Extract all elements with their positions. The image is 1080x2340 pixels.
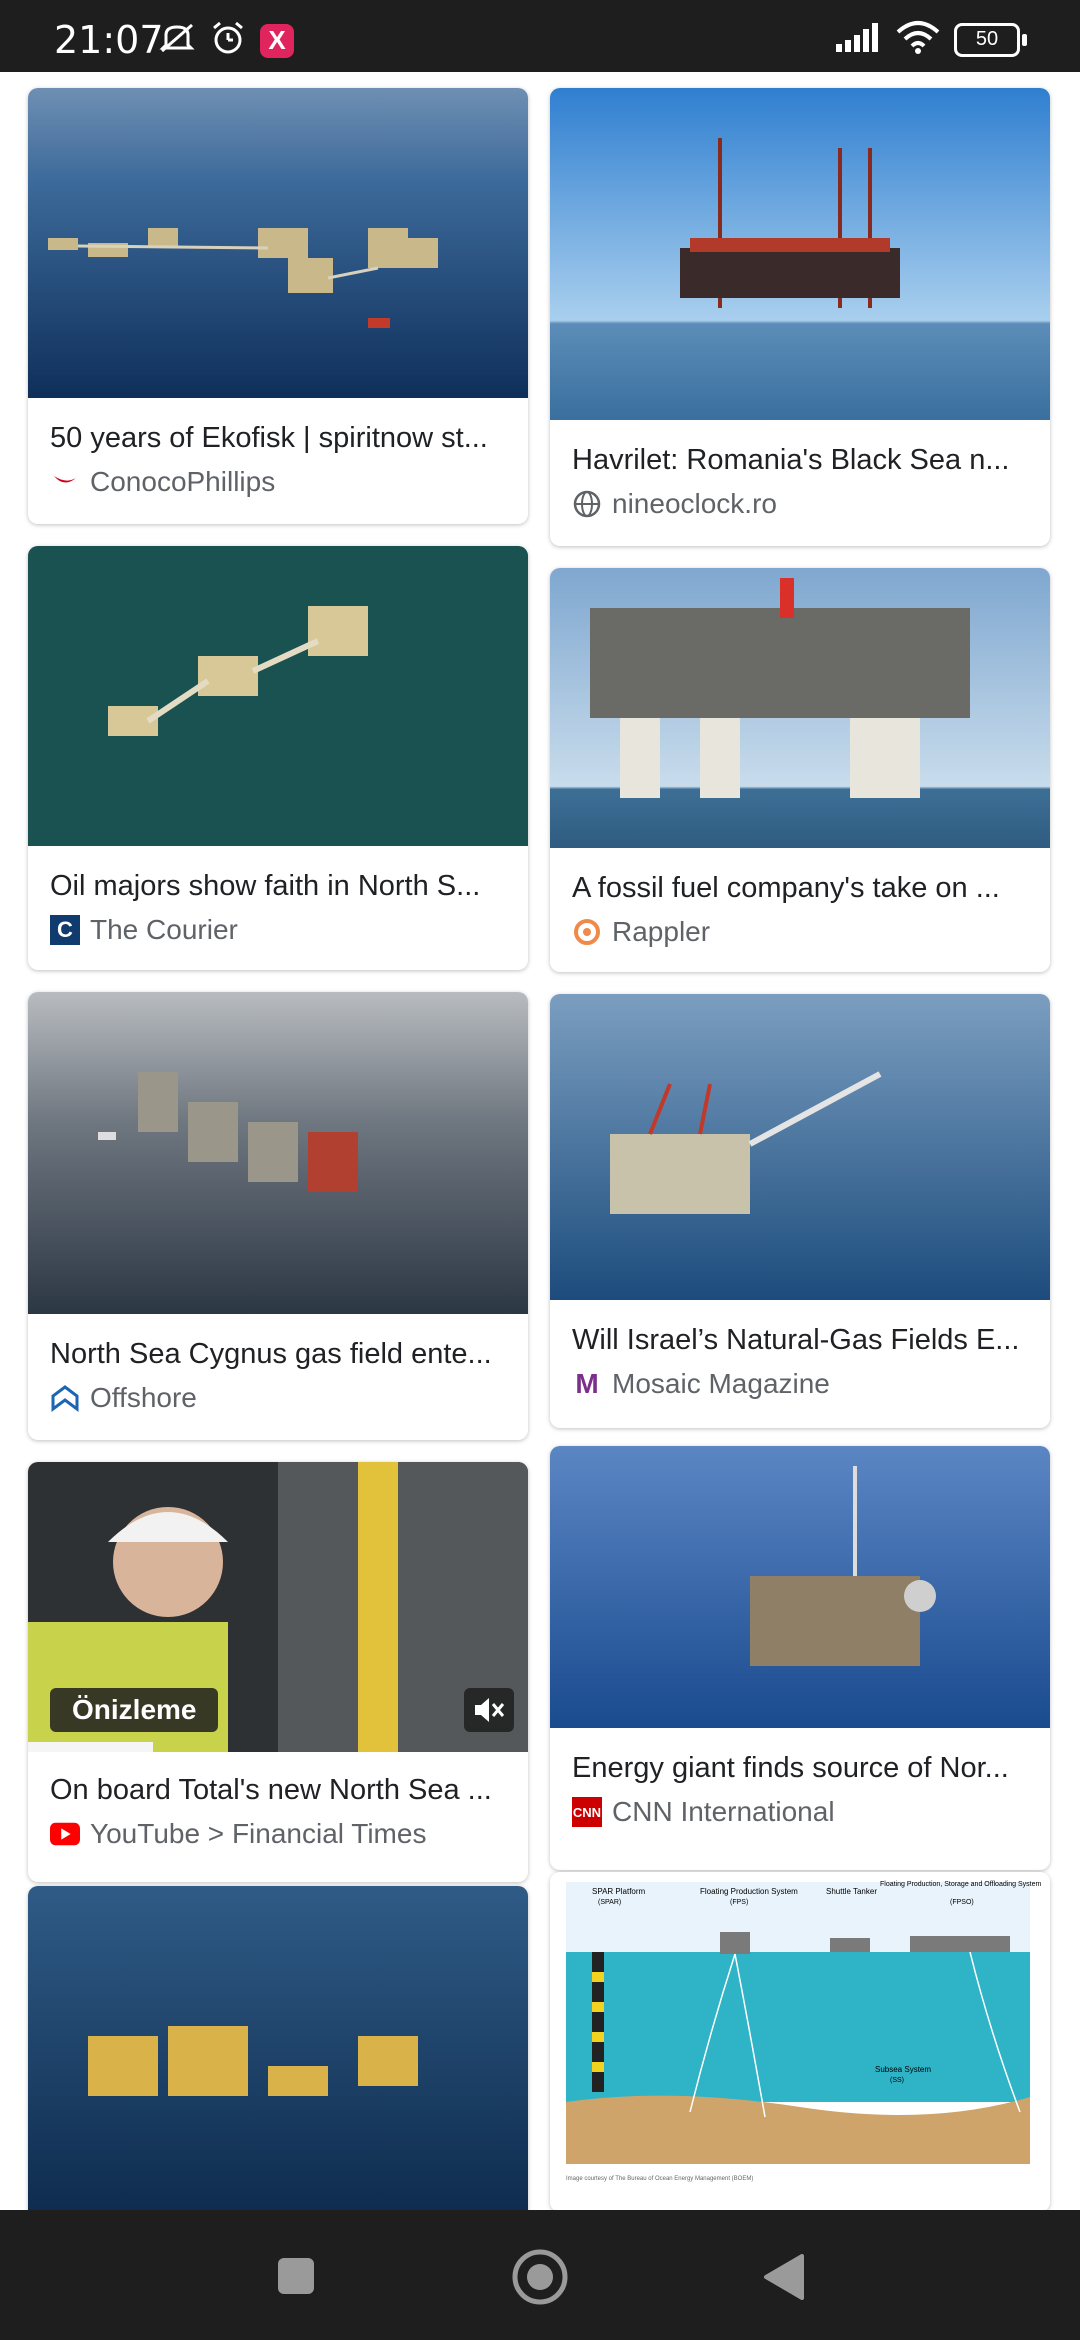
source-name: YouTube > Financial Times [90, 1818, 427, 1849]
result-title[interactable]: On board Total's new North Sea ... [50, 1774, 510, 1807]
status-bar: 21:07 X 50 [0, 0, 1080, 72]
result-card[interactable]: Önizleme On board Total's new North Sea … [28, 1462, 528, 1882]
diagram-label: SPAR Platform [592, 1887, 646, 1896]
rappler-logo-icon [572, 917, 602, 947]
result-title[interactable]: Energy giant finds source of Nor... [572, 1752, 1032, 1785]
result-image-offshore-diagram[interactable]: SPAR Platform (SPAR) Floating Production… [550, 1872, 1050, 2210]
back-triangle-icon[interactable] [762, 2254, 806, 2305]
result-image-energy-giant[interactable] [550, 1446, 1050, 1728]
source-name: Offshore [90, 1382, 197, 1413]
result-image-ekofisk[interactable] [28, 88, 528, 398]
result-source[interactable]: ConocoPhillips [50, 466, 275, 498]
conocophillips-logo-icon [50, 467, 80, 497]
result-card[interactable] [28, 1886, 528, 2210]
result-image-fossil-fuel[interactable] [550, 568, 1050, 848]
diagram-label: (FPSO) [950, 1899, 974, 1906]
diagram-label: (SPAR) [598, 1899, 621, 1906]
wifi-icon [896, 20, 940, 59]
result-card[interactable]: SPAR Platform (SPAR) Floating Production… [550, 1872, 1050, 2210]
result-image-havrilet[interactable] [550, 88, 1050, 420]
diagram-label: Floating Production System [700, 1887, 798, 1896]
result-source[interactable]: Offshore [50, 1382, 197, 1414]
source-name: Rappler [612, 916, 711, 947]
youtube-logo-icon [50, 1819, 80, 1849]
result-title[interactable]: 50 years of Ekofisk | spiritnow st... [50, 422, 510, 455]
globe-icon [572, 489, 602, 519]
result-image-north-sea[interactable] [28, 546, 528, 846]
diagram-label: Floating Production, Storage and Offload… [880, 1881, 1042, 1888]
result-title[interactable]: A fossil fuel company's take on ... [572, 872, 1032, 905]
source-name: The Courier [90, 914, 238, 945]
cnn-logo-icon: CNN [572, 1797, 602, 1827]
result-card[interactable]: 50 years of Ekofisk | spiritnow st... Co… [28, 88, 528, 524]
result-card[interactable]: North Sea Cygnus gas field ente... Offsh… [28, 992, 528, 1440]
source-name: Mosaic Magazine [612, 1368, 830, 1399]
result-source[interactable]: Rappler [572, 916, 710, 948]
mute-toggle-icon[interactable] [464, 1688, 514, 1732]
result-title[interactable]: Will Israel’s Natural-Gas Fields E... [572, 1324, 1032, 1357]
battery-icon: 50 [954, 22, 1027, 57]
status-time: 21:07 [54, 18, 164, 62]
signal-icon [836, 22, 882, 57]
image-results-grid: 50 years of Ekofisk | spiritnow st... Co… [0, 72, 1080, 2210]
source-name: ConocoPhillips [90, 466, 276, 497]
result-card[interactable]: Will Israel’s Natural-Gas Fields E... M … [550, 994, 1050, 1428]
result-image-cygnus[interactable] [28, 992, 528, 1314]
diagram-label: (FPS) [730, 1899, 748, 1906]
diagram-label: (SS) [890, 2077, 904, 2084]
result-source[interactable]: M Mosaic Magazine [572, 1368, 830, 1400]
result-title[interactable]: Oil majors show faith in North S... [50, 870, 510, 903]
recents-square-icon[interactable] [276, 2256, 316, 2301]
battery-level: 50 [975, 28, 999, 50]
home-circle-icon[interactable] [511, 2248, 569, 2311]
result-card[interactable]: Energy giant finds source of Nor... CNN … [550, 1446, 1050, 1870]
mosaic-logo-icon: M [575, 1368, 599, 1399]
result-source[interactable]: C The Courier [50, 914, 238, 946]
result-source[interactable]: nineoclock.ro [572, 488, 777, 520]
result-card[interactable]: A fossil fuel company's take on ... Rapp… [550, 568, 1050, 972]
app-notification-icon: X [260, 23, 294, 58]
result-title[interactable]: Havrilet: Romania's Black Sea n... [572, 444, 1032, 477]
the-courier-logo-icon: C [50, 915, 80, 945]
system-nav-bar [0, 2210, 1080, 2340]
source-name: CNN International [612, 1796, 835, 1827]
result-source[interactable]: CNN CNN International [572, 1796, 835, 1828]
diagram-label: Shuttle Tanker [826, 1887, 877, 1896]
result-card[interactable]: Havrilet: Romania's Black Sea n... nineo… [550, 88, 1050, 546]
result-image-platform-night[interactable] [28, 1886, 528, 2210]
result-title[interactable]: North Sea Cygnus gas field ente... [50, 1338, 510, 1371]
diagram-caption: Image courtesy of The Bureau of Ocean En… [566, 2176, 753, 2182]
diagram-label: Subsea System [875, 2065, 931, 2074]
alarm-icon [210, 20, 246, 61]
offshore-logo-icon [50, 1383, 80, 1413]
result-image-israel-gas[interactable] [550, 994, 1050, 1300]
result-source[interactable]: YouTube > Financial Times [50, 1818, 426, 1850]
preview-badge[interactable]: Önizleme [50, 1688, 219, 1732]
result-card[interactable]: Oil majors show faith in North S... C Th… [28, 546, 528, 970]
source-name: nineoclock.ro [612, 488, 777, 519]
result-video-total[interactable]: Önizleme [28, 1462, 528, 1752]
mute-icon [158, 21, 196, 60]
